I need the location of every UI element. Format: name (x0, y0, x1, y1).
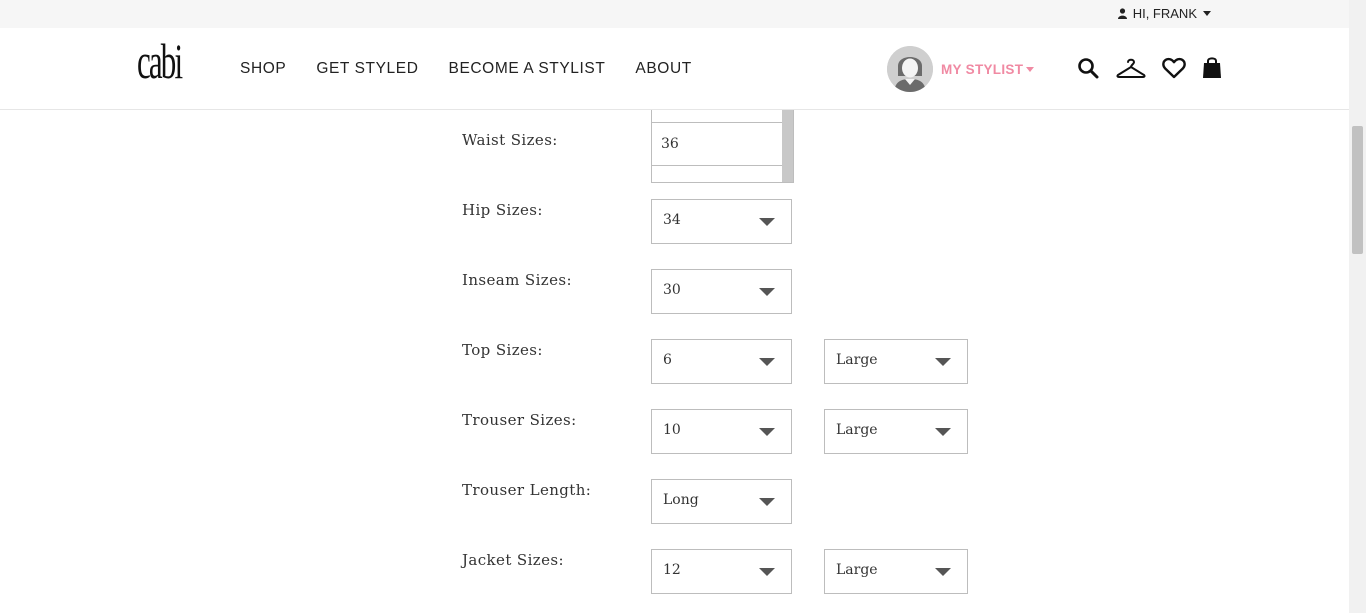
chevron-down-icon (935, 568, 951, 576)
trouser-size-select[interactable]: 10 (651, 409, 792, 454)
my-stylist-menu[interactable]: MY STYLIST (887, 46, 1035, 92)
jacket-size-value: 12 (663, 562, 681, 578)
chevron-down-icon (759, 288, 775, 296)
top-size-value: 6 (663, 352, 672, 368)
waist-size-value: 36 (661, 136, 679, 152)
top-fit-select[interactable]: Large (824, 339, 968, 384)
trouser-length-value: Long (663, 492, 699, 508)
greeting-text: HI, FRANK (1132, 6, 1197, 21)
site-header: cabi SHOP GET STYLED BECOME A STYLIST AB… (0, 28, 1349, 110)
chevron-down-icon (759, 568, 775, 576)
chevron-down-icon (935, 428, 951, 436)
hip-sizes-label: Hip Sizes: (462, 201, 543, 219)
trouser-length-label: Trouser Length: (462, 481, 592, 499)
top-utility-bar: HI, FRANK (0, 0, 1349, 28)
page-scrollbar[interactable] (1349, 0, 1366, 613)
listbox-scrollbar[interactable] (782, 110, 793, 182)
main-nav: SHOP GET STYLED BECOME A STYLIST ABOUT (240, 60, 692, 78)
account-menu[interactable]: HI, FRANK (1117, 6, 1211, 21)
top-size-select[interactable]: 6 (651, 339, 792, 384)
hip-size-value: 34 (663, 212, 681, 228)
header-icons (1076, 56, 1222, 85)
heart-icon[interactable] (1162, 57, 1186, 84)
chevron-down-icon (759, 218, 775, 226)
search-icon[interactable] (1076, 56, 1100, 85)
jacket-sizes-label: Jacket Sizes: (462, 551, 564, 569)
nav-about[interactable]: ABOUT (635, 60, 691, 78)
stylist-avatar (887, 46, 933, 92)
bag-icon[interactable] (1202, 56, 1222, 85)
chevron-down-icon (759, 428, 775, 436)
trouser-fit-select[interactable]: Large (824, 409, 968, 454)
nav-get-styled[interactable]: GET STYLED (316, 60, 418, 78)
waist-sizes-label: Waist Sizes: (462, 131, 558, 149)
inseam-size-value: 30 (663, 282, 681, 298)
logo[interactable]: cabi (137, 36, 183, 86)
chevron-down-icon (935, 358, 951, 366)
top-fit-value: Large (836, 352, 878, 368)
hanger-icon[interactable] (1116, 56, 1146, 85)
jacket-size-select[interactable]: 12 (651, 549, 792, 594)
jacket-fit-select[interactable]: Large (824, 549, 968, 594)
inseam-size-select[interactable]: 30 (651, 269, 792, 314)
trouser-sizes-label: Trouser Sizes: (462, 411, 577, 429)
trouser-fit-value: Large (836, 422, 878, 438)
waist-sizes-listbox[interactable]: 36 (651, 110, 794, 183)
jacket-fit-value: Large (836, 562, 878, 578)
top-sizes-label: Top Sizes: (462, 341, 543, 359)
page-scrollbar-thumb[interactable] (1352, 126, 1363, 254)
nav-shop[interactable]: SHOP (240, 60, 286, 78)
trouser-length-select[interactable]: Long (651, 479, 792, 524)
trouser-size-value: 10 (663, 422, 681, 438)
hip-size-select[interactable]: 34 (651, 199, 792, 244)
chevron-down-icon (759, 498, 775, 506)
caret-down-icon (1203, 11, 1211, 16)
caret-down-icon (1026, 66, 1035, 72)
inseam-sizes-label: Inseam Sizes: (462, 271, 572, 289)
chevron-down-icon (759, 358, 775, 366)
waist-size-option-selected[interactable]: 36 (652, 122, 782, 166)
my-stylist-label: MY STYLIST (941, 61, 1024, 77)
user-icon (1117, 8, 1127, 19)
nav-become-a-stylist[interactable]: BECOME A STYLIST (449, 60, 606, 78)
